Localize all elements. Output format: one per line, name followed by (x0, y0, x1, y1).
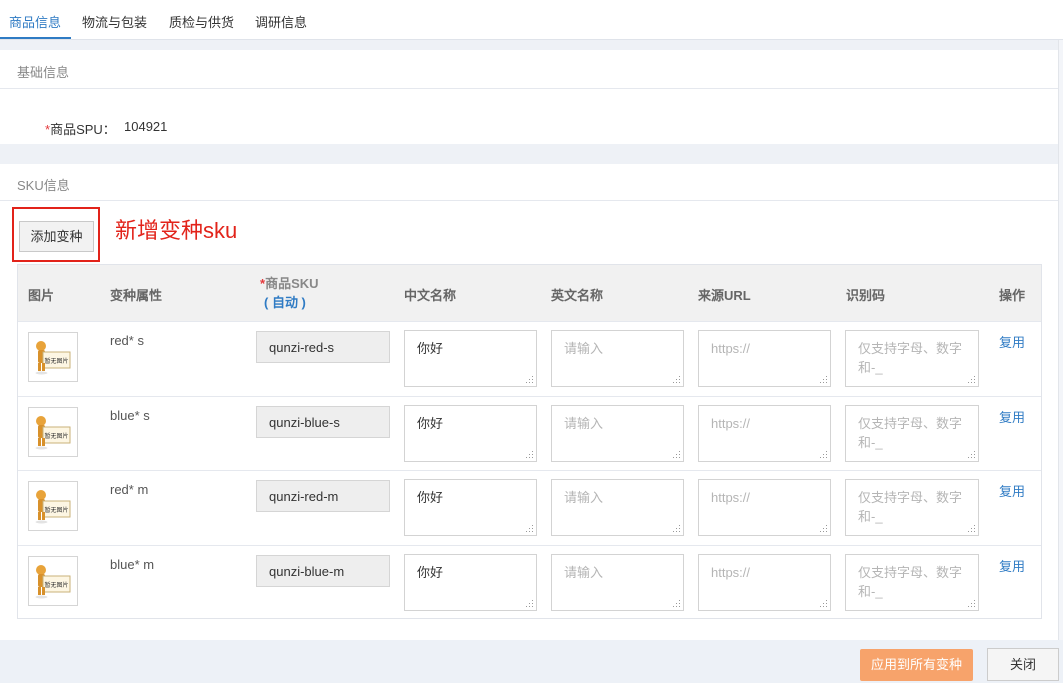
table-row: 暂无图片 red* m qunzi-red-m 你好 请输入 https://仅支持字母、… (18, 470, 1041, 545)
no-image-thumbnail[interactable]: 暂无图片 (28, 555, 78, 606)
no-image-thumbnail[interactable]: 暂无图片 (28, 406, 78, 457)
resize-grip-icon[interactable] (820, 525, 828, 533)
table-row: 暂无图片 blue* m qunzi-blue-m 你好 请输入 https://仅支持字… (18, 544, 1041, 620)
col-cn-name: 中文名称 (404, 288, 457, 303)
resize-grip-icon[interactable] (526, 376, 534, 384)
no-image-thumbnail[interactable]: 暂无图片 (28, 481, 78, 531)
en-name-textarea[interactable]: 请输入 (551, 404, 684, 462)
sku-info-title: SKU信息 (17, 178, 70, 193)
reuse-link[interactable]: 复用 (999, 556, 1025, 575)
sku-input[interactable]: qunzi-blue-m (256, 554, 390, 587)
resize-grip-icon[interactable] (820, 450, 828, 459)
source-url-textarea[interactable]: https:// (698, 479, 831, 536)
table-row: 暂无图片 blue* s qunzi-blue-s 你好 请输入 https://仅支持字… (18, 395, 1041, 471)
resize-grip-icon[interactable] (526, 450, 534, 459)
sku-info-header: SKU信息 (0, 164, 1058, 201)
resize-grip-icon[interactable] (968, 450, 976, 459)
no-image-icon: 暂无图片 (35, 490, 71, 524)
svg-text:暂无图片: 暂无图片 (44, 581, 68, 589)
resize-grip-icon[interactable] (820, 599, 828, 608)
sku-table: 图片 变种属性 *商品SKU ( 自动 ) 中文名称 英文名称 来源URL 识别… (17, 264, 1042, 619)
sku-info-panel: SKU信息 添加变种 新增变种sku 图片 变种属性 *商品SKU ( 自动 )… (0, 164, 1058, 640)
col-en-name: 英文名称 (551, 288, 604, 303)
resize-grip-icon[interactable] (526, 599, 534, 608)
variant-attribute: blue* m (110, 556, 155, 572)
cn-name-textarea[interactable]: 你好 (404, 479, 537, 536)
reuse-link[interactable]: 复用 (999, 481, 1025, 500)
add-variant-button[interactable]: 添加变种 (19, 221, 94, 252)
source-url-textarea[interactable]: https:// (698, 404, 831, 462)
col-operation: 操作 (999, 288, 1026, 303)
en-name-textarea[interactable]: 请输入 (551, 330, 684, 387)
svg-text:暂无图片: 暂无图片 (44, 357, 68, 365)
tab-qc-supply[interactable]: 质检与供货 (169, 12, 234, 31)
no-image-icon: 暂无图片 (35, 415, 71, 449)
col-sku: *商品SKU ( 自动 ) (260, 276, 319, 312)
resize-grip-icon[interactable] (673, 525, 681, 533)
variant-attribute: blue* s (110, 407, 150, 423)
col-identifier: 识别码 (846, 288, 886, 303)
sku-input[interactable]: qunzi-red-m (256, 480, 390, 512)
cn-name-textarea[interactable]: 你好 (404, 330, 537, 387)
identifier-textarea[interactable]: 仅支持字母、数字和-_ (845, 553, 979, 611)
table-row: 暂无图片 red* s qunzi-red-s 你好 请输入 https://仅支持字母、… (18, 321, 1041, 396)
annotation-text: 新增变种sku (115, 218, 238, 243)
basic-info-title: 基础信息 (17, 65, 70, 80)
apply-to-all-variants-button[interactable]: 应用到所有变种 (860, 649, 973, 681)
spu-label: *商品SPU： (45, 122, 116, 137)
source-url-textarea[interactable]: https:// (698, 553, 831, 611)
sku-input[interactable]: qunzi-red-s (256, 331, 390, 363)
resize-grip-icon[interactable] (968, 376, 976, 384)
basic-info-panel: 基础信息 *商品SPU： 104921 (0, 50, 1058, 144)
sku-input[interactable]: qunzi-blue-s (256, 405, 390, 438)
variant-attribute: red* m (110, 482, 149, 497)
scrollbar-track[interactable] (1058, 40, 1063, 640)
identifier-textarea[interactable]: 仅支持字母、数字和-_ (845, 330, 979, 387)
tab-research-info[interactable]: 调研信息 (255, 12, 307, 31)
resize-grip-icon[interactable] (968, 525, 976, 533)
en-name-textarea[interactable]: 请输入 (551, 553, 684, 611)
tab-logistics-packaging[interactable]: 物流与包装 (82, 12, 147, 31)
reuse-link[interactable]: 复用 (999, 332, 1025, 351)
sku-table-header: 图片 变种属性 *商品SKU ( 自动 ) 中文名称 英文名称 来源URL 识别… (18, 265, 1041, 321)
annotation-highlight-box: 添加变种 (12, 207, 100, 262)
cn-name-textarea[interactable]: 你好 (404, 404, 537, 462)
resize-grip-icon[interactable] (968, 599, 976, 608)
reuse-link[interactable]: 复用 (999, 407, 1025, 426)
identifier-textarea[interactable]: 仅支持字母、数字和-_ (845, 479, 979, 536)
basic-info-header: 基础信息 (0, 50, 1058, 89)
sku-auto-link[interactable]: ( 自动 ) (260, 293, 319, 312)
resize-grip-icon[interactable] (673, 599, 681, 608)
variant-attribute: red* s (110, 333, 144, 348)
tab-bar: 商品信息 物流与包装 质检与供货 调研信息 (0, 0, 1063, 40)
col-source-url: 来源URL (698, 288, 751, 303)
cn-name-textarea[interactable]: 你好 (404, 553, 537, 611)
en-name-textarea[interactable]: 请输入 (551, 479, 684, 536)
no-image-icon: 暂无图片 (35, 564, 71, 598)
col-image: 图片 (28, 288, 55, 303)
resize-grip-icon[interactable] (673, 376, 681, 384)
col-variant-attr: 变种属性 (110, 288, 163, 303)
identifier-textarea[interactable]: 仅支持字母、数字和-_ (845, 404, 979, 462)
svg-text:暂无图片: 暂无图片 (44, 432, 68, 440)
resize-grip-icon[interactable] (673, 450, 681, 459)
no-image-icon: 暂无图片 (35, 341, 71, 375)
source-url-textarea[interactable]: https:// (698, 330, 831, 387)
resize-grip-icon[interactable] (526, 525, 534, 533)
resize-grip-icon[interactable] (820, 376, 828, 384)
svg-text:暂无图片: 暂无图片 (44, 506, 68, 514)
tab-product-info[interactable]: 商品信息 (9, 12, 61, 31)
spu-value: 104921 (124, 119, 168, 134)
active-tab-indicator (0, 37, 71, 39)
close-button[interactable]: 关闭 (987, 648, 1059, 681)
no-image-thumbnail[interactable]: 暂无图片 (28, 332, 78, 382)
